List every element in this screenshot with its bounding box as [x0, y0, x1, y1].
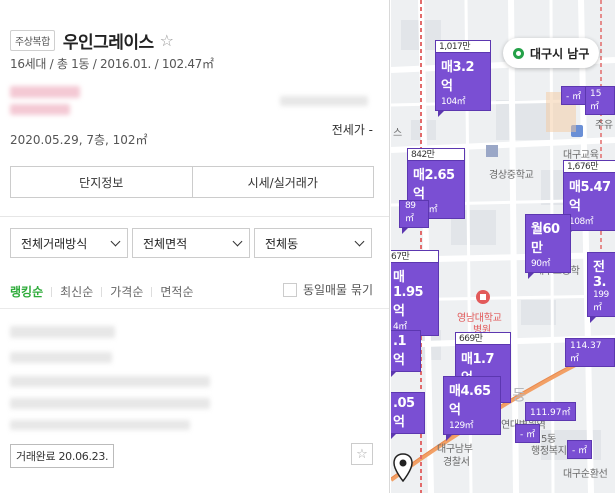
trade-type-value: 전체거래방식: [21, 236, 88, 251]
chevron-down-icon: [110, 236, 121, 246]
mini-price-tag[interactable]: 15㎡: [585, 86, 615, 115]
pin-unit-price: 1,017만: [436, 41, 490, 53]
sort-options: 랭킹순 최신순 가격순 면적순: [10, 283, 194, 300]
pin-price: 매4.65억: [449, 384, 491, 418]
map-location-pin-icon: [393, 453, 413, 483]
region-name: 대구시 남구: [530, 46, 590, 61]
redacted-line: [10, 398, 210, 409]
pin-price: .1억: [393, 334, 406, 368]
pin-price: 매5.47억: [569, 180, 611, 214]
map-label-s: 스: [393, 128, 402, 139]
price-pin[interactable]: 89㎡: [399, 200, 429, 234]
price-pin[interactable]: .1억: [391, 330, 421, 378]
map-view[interactable]: 경상중학교 대구교육 대구고등학 영남대학교 병원 대구남부 경찰서 대구순환선…: [391, 0, 615, 493]
complex-type-tag: 주상복합: [10, 30, 55, 51]
sort-separator: [51, 286, 53, 297]
trade-type-select[interactable]: 전체거래방식: [10, 228, 128, 258]
complex-name: 우인그레이스: [62, 33, 154, 53]
mini-price-tag[interactable]: 111.97㎡: [525, 402, 576, 421]
pin-unit-price: 67만: [391, 251, 438, 263]
pin-area: 199㎡: [593, 290, 609, 313]
complex-info-button[interactable]: 단지정보: [11, 167, 192, 197]
pin-area: 90㎡: [531, 259, 550, 269]
sort-latest[interactable]: 최신순: [60, 283, 93, 300]
price-pin[interactable]: 67만 매1.95억 4㎡: [391, 250, 439, 342]
jeonse-price: 전세가 -: [331, 123, 373, 137]
recent-trade-line: 2020.05.29, 7층, 102㎡: [10, 133, 148, 147]
group-same-listings[interactable]: 동일매물 묶기: [282, 281, 373, 298]
building-select[interactable]: 전체동: [254, 228, 372, 258]
listing-favorite-icon[interactable]: ☆: [351, 443, 373, 465]
mini-price-tag[interactable]: - ㎡: [515, 424, 541, 443]
sort-area[interactable]: 면적순: [160, 283, 193, 300]
mini-price-tag[interactable]: - ㎡: [561, 86, 587, 105]
pin-unit-price: 669만: [456, 333, 510, 345]
pin-area: 129㎡: [449, 421, 474, 431]
filter-row: 전체거래방식 전체면적 전체동: [10, 228, 372, 258]
sort-separator: [151, 286, 153, 297]
redacted-line: [10, 352, 112, 363]
pin-unit-price: 1,676만: [564, 161, 615, 173]
pin-price: .05억: [393, 396, 415, 430]
price-history-button[interactable]: 시세/실거래가: [191, 167, 374, 197]
map-label-education: 대구교육: [563, 150, 599, 161]
complex-summary: 16세대 / 총 1동 / 2016.01. / 102.47㎡: [10, 57, 214, 71]
complex-title-row: 주상복합 우인그레이스 ☆: [10, 28, 174, 53]
listing-panel: 주상복합 우인그레이스 ☆ 16세대 / 총 1동 / 2016.01. / 1…: [0, 0, 390, 493]
pin-price: 매1.95억: [393, 270, 424, 319]
location-marker-icon: [513, 47, 524, 59]
map-label-middle-school: 경상중학교: [489, 170, 534, 181]
mini-price-tag[interactable]: - ㎡: [567, 440, 593, 459]
map-label-police-2: 경찰서: [443, 457, 470, 468]
price-pin[interactable]: 1,017만 매3.2억 104㎡: [435, 40, 491, 117]
price-pin[interactable]: 전3. 199㎡: [587, 252, 615, 323]
sort-separator: [101, 286, 103, 297]
price-pin[interactable]: 매4.65억 129㎡: [443, 376, 501, 441]
price-pin[interactable]: .05억: [391, 392, 425, 440]
chevron-down-icon: [354, 236, 365, 246]
pin-area: [391, 368, 420, 371]
pin-price: 월60만: [531, 222, 560, 256]
pin-price: 전3.: [593, 260, 606, 290]
pin-area: 89㎡: [405, 201, 416, 224]
redacted-line: [10, 376, 210, 387]
redacted-price-sub: [10, 104, 70, 115]
detail-tabs: 단지정보 시세/실거래가: [10, 166, 374, 198]
mini-price-tag[interactable]: 114.37㎡: [565, 338, 615, 367]
redacted-line: [10, 420, 190, 430]
area-value: 전체면적: [143, 236, 188, 251]
deal-complete-badge: 거래완료 20.06.23.: [10, 444, 115, 468]
favorite-star-icon[interactable]: ☆: [160, 31, 174, 50]
redacted-line: [10, 326, 115, 338]
pin-area: [391, 430, 424, 433]
sort-ranking[interactable]: 랭킹순: [10, 283, 43, 300]
group-checkbox[interactable]: [282, 282, 297, 297]
section-divider: [0, 216, 389, 217]
price-pin[interactable]: 월60만 90㎡: [525, 214, 571, 279]
building-value: 전체동: [265, 236, 299, 251]
redacted-price: [10, 86, 80, 98]
region-selector[interactable]: 대구시 남구: [503, 38, 600, 68]
map-label-ring-road: 대구순환선: [563, 469, 608, 480]
chevron-down-icon: [232, 236, 243, 246]
pin-unit-price: 842만: [408, 149, 464, 161]
pin-area: 104㎡: [441, 97, 466, 107]
area-select[interactable]: 전체면적: [132, 228, 250, 258]
redacted-info: [280, 96, 368, 106]
pin-price: 매3.2억: [441, 60, 475, 94]
pin-area: 108㎡: [569, 217, 594, 227]
pin-price: 매2.65억: [413, 168, 455, 202]
sort-price[interactable]: 가격순: [110, 283, 143, 300]
map-label-gas: 주유: [595, 120, 613, 131]
group-label: 동일매물 묶기: [302, 283, 373, 297]
list-divider: [0, 308, 389, 309]
